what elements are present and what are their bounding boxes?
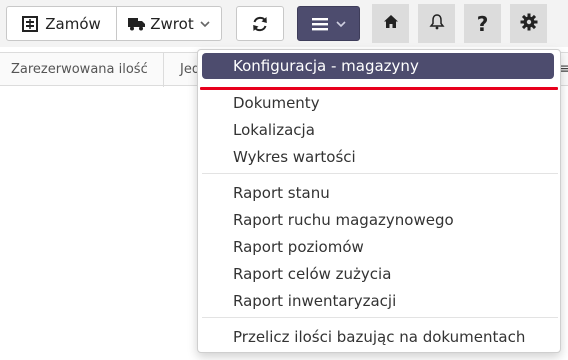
main-menu-dropdown: Konfiguracja - magazyny Dokumenty Lokali… — [197, 49, 561, 353]
top-toolbar: Zamów Zwrot ? — [0, 0, 568, 47]
column-header-reserved-qty[interactable]: Zarezerwowana ilość — [11, 62, 148, 77]
calculator-icon — [22, 15, 39, 32]
hamburger-icon — [311, 17, 328, 31]
menu-item-raport-poziomow[interactable]: Raport poziomów — [233, 238, 364, 256]
bell-icon — [428, 13, 445, 34]
main-menu-button[interactable] — [297, 6, 360, 41]
menu-item-konfiguracja-magazyny[interactable]: Konfiguracja - magazyny — [202, 53, 554, 79]
menu-item-przelicz-ilosci[interactable]: Przelicz ilości bazując na dokumentach — [233, 328, 525, 346]
chevron-down-icon — [200, 20, 210, 28]
menu-item-dokumenty[interactable]: Dokumenty — [233, 94, 320, 112]
menu-item-raport-stanu[interactable]: Raport stanu — [233, 184, 330, 202]
highlight-underline — [200, 87, 558, 90]
truck-icon — [128, 17, 146, 31]
menu-item-lokalizacja[interactable]: Lokalizacja — [233, 121, 315, 139]
menu-item-raport-inwentaryzacji[interactable]: Raport inwentaryzacji — [233, 292, 396, 310]
settings-button[interactable] — [510, 4, 547, 43]
chevron-down-icon — [335, 20, 346, 28]
notifications-button[interactable] — [418, 4, 455, 43]
refresh-button[interactable] — [236, 6, 284, 41]
menu-item-raport-ruchu[interactable]: Raport ruchu magazynowego — [233, 211, 454, 229]
help-icon: ? — [476, 11, 489, 36]
return-label: Zwrot — [150, 14, 194, 33]
help-button[interactable]: ? — [464, 4, 501, 43]
menu-item-wykres-wartosci[interactable]: Wykres wartości — [233, 148, 356, 166]
column-divider — [163, 53, 164, 87]
orders-label: Zamów — [45, 14, 101, 33]
menu-divider — [202, 317, 558, 318]
home-icon — [383, 14, 399, 33]
orders-button[interactable]: Zamów — [6, 6, 117, 41]
return-dropdown-button[interactable]: Zwrot — [116, 6, 222, 41]
menu-divider — [202, 173, 558, 174]
gear-icon — [520, 13, 538, 35]
menu-item-raport-celow[interactable]: Raport celów zużycia — [233, 265, 391, 283]
refresh-icon — [251, 15, 269, 33]
home-button[interactable] — [372, 4, 409, 43]
